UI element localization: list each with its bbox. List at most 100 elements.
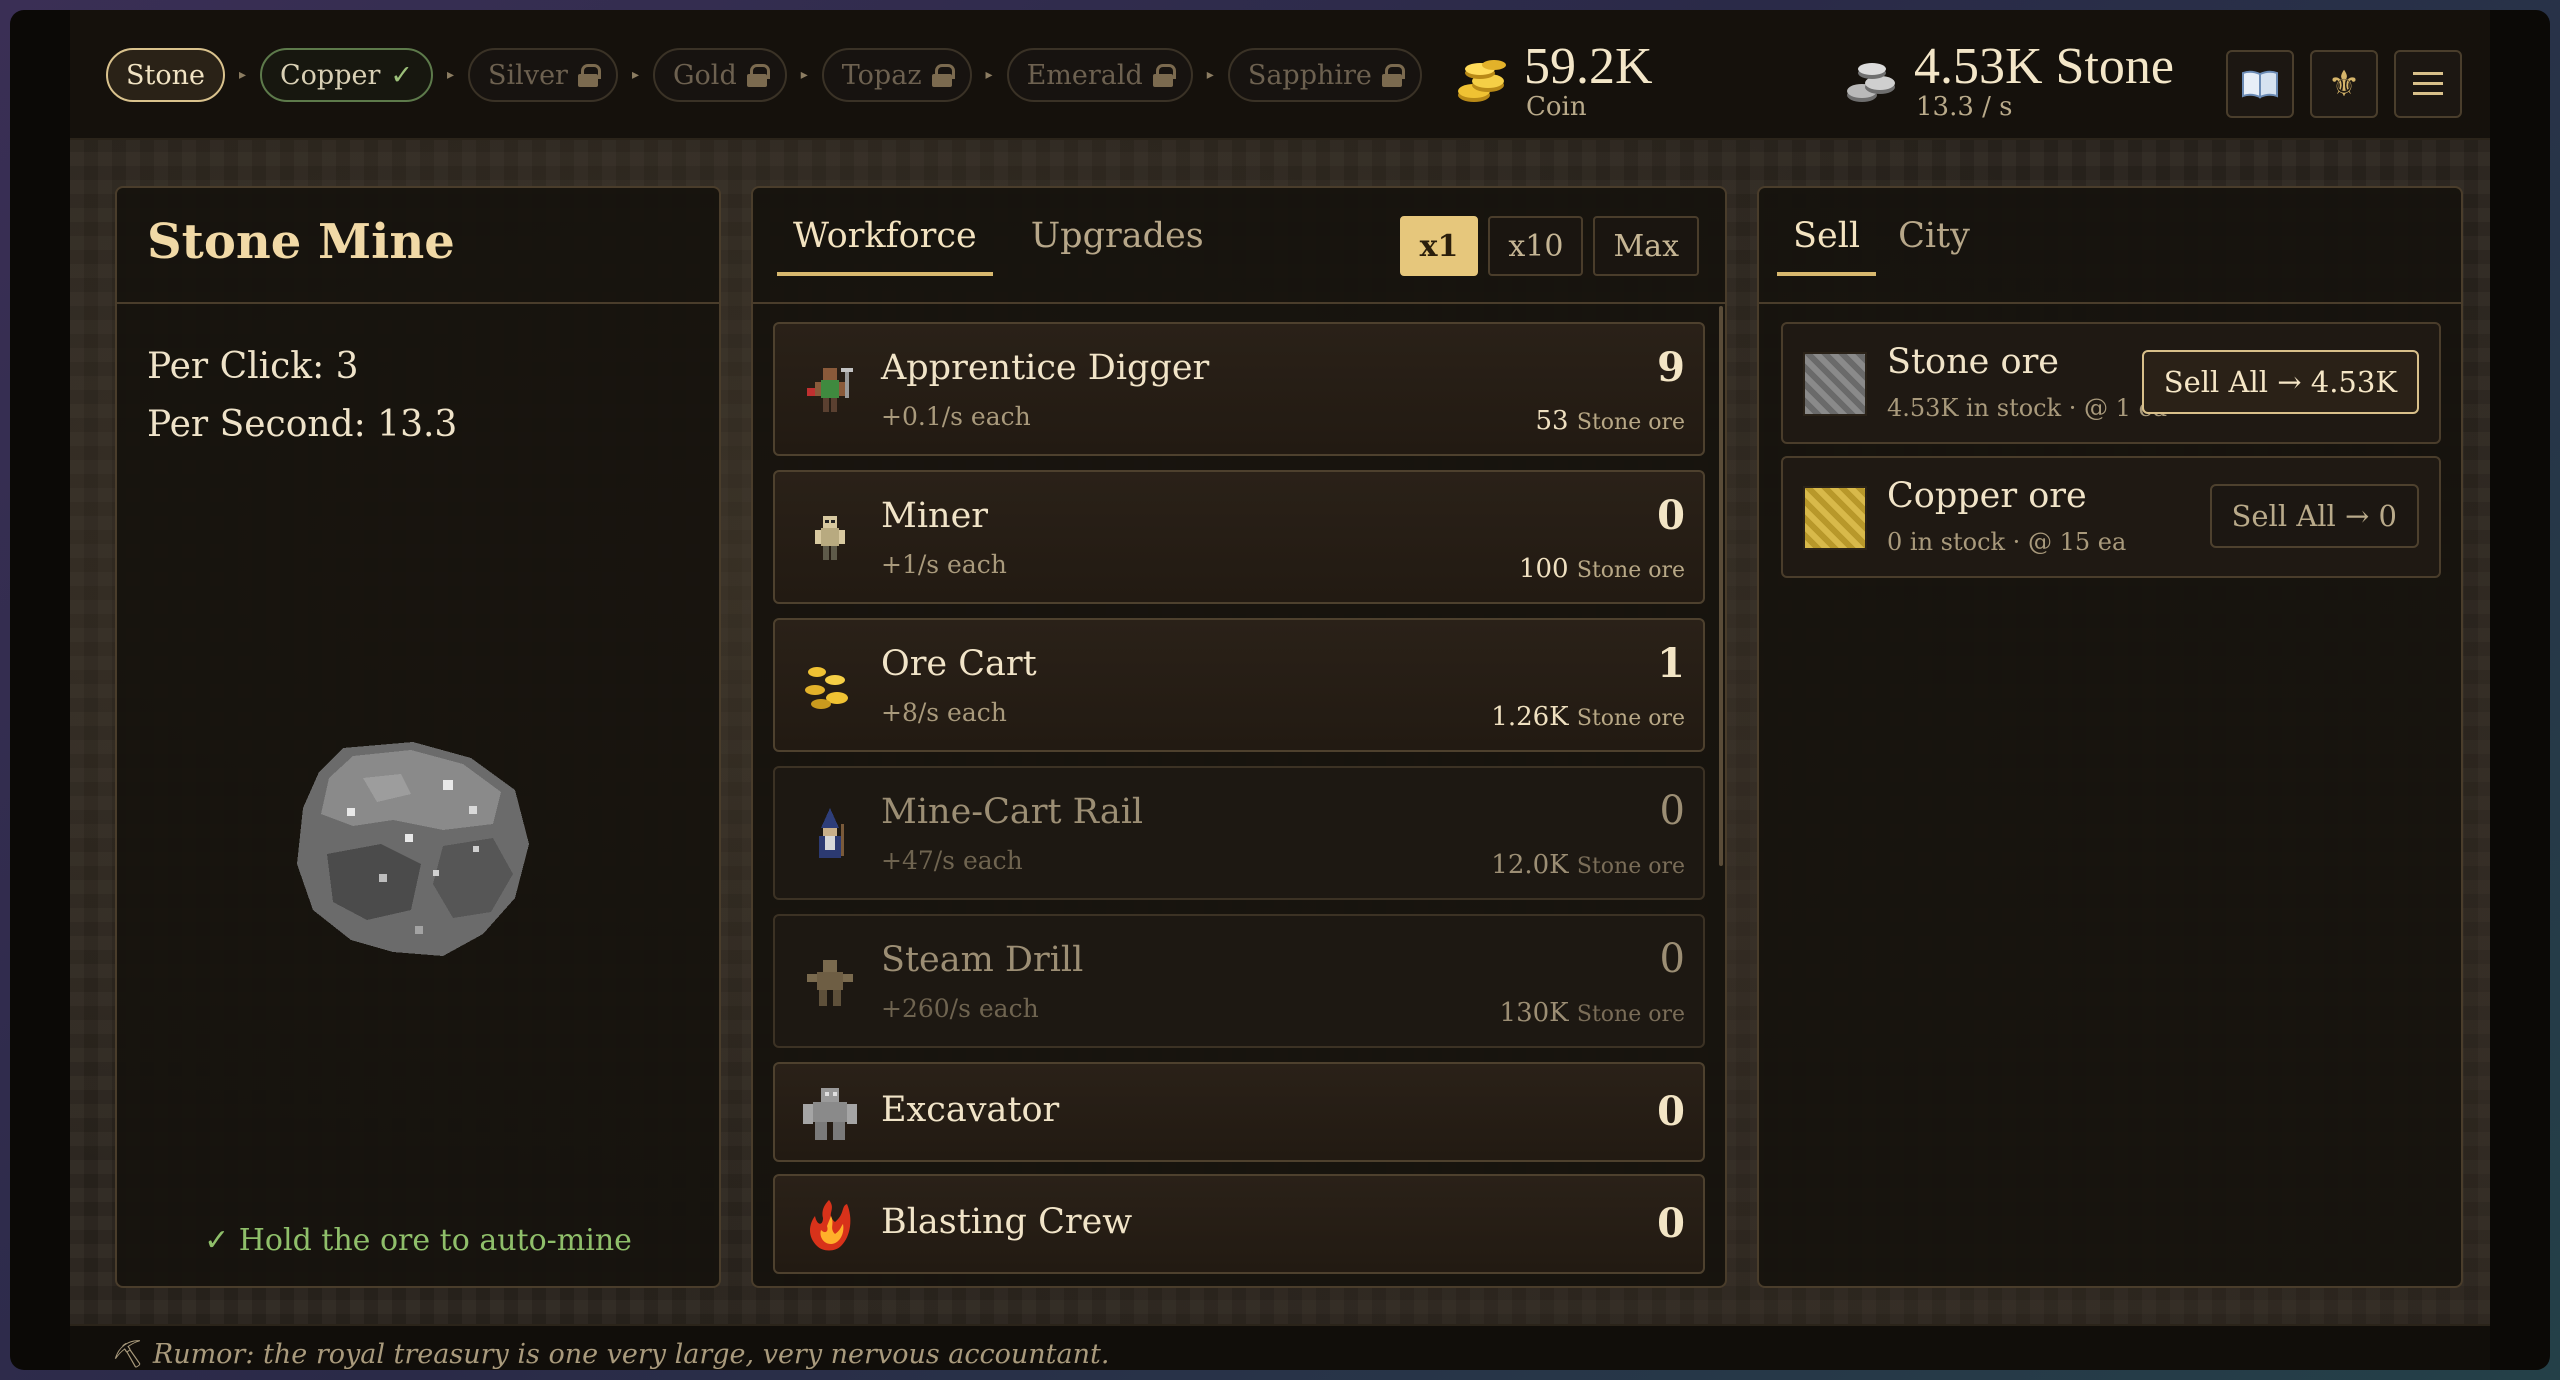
unit-mine-cart-rail[interactable]: Mine-Cart Rail +47/s each 0 12.0K Stone … <box>773 766 1705 900</box>
unit-excavator[interactable]: Excavator 0 <box>773 1062 1705 1162</box>
tier-separator-icon: ▸ <box>447 67 455 83</box>
per-click-stat: Per Click: 3 <box>147 346 359 387</box>
stone-rate: 13.3 / s <box>1916 92 2013 122</box>
digger-icon <box>807 368 853 412</box>
unit-count: 1 <box>1657 640 1685 687</box>
codex-button[interactable] <box>2226 50 2294 118</box>
multiplier-max-button[interactable]: Max <box>1593 216 1699 276</box>
tier-topaz[interactable]: Topaz <box>821 48 972 102</box>
unit-cost: 100 Stone ore <box>1518 554 1685 584</box>
mine-title: Stone Mine <box>117 188 719 304</box>
unit-rate: +1/s each <box>881 550 1007 579</box>
coin-value: 59.2K <box>1524 38 1653 95</box>
top-bar: Stone ▸ Copper ✓ ▸ Silver ▸ Gold ▸ Topaz … <box>70 10 2490 140</box>
game-window: Stone ▸ Copper ✓ ▸ Silver ▸ Gold ▸ Topaz … <box>10 10 2550 1370</box>
lock-icon <box>746 64 770 87</box>
sell-item-stock: 4.53K in stock · @ 1 ea <box>1887 394 2168 422</box>
sell-item-name: Stone ore <box>1887 342 2060 382</box>
menu-button[interactable] <box>2394 50 2462 118</box>
mine-panel: Stone Mine Per Click: 3 Per Second: 13.3… <box>115 186 721 1288</box>
unit-cost: 1.26K Stone ore <box>1491 702 1685 732</box>
buy-multiplier: x1 x10 Max <box>1399 216 1699 276</box>
fire-elemental-icon <box>810 1200 851 1251</box>
per-second-stat: Per Second: 13.3 <box>147 404 458 445</box>
tier-progress: Stone ▸ Copper ✓ ▸ Silver ▸ Gold ▸ Topaz … <box>106 48 1422 102</box>
unit-ore-cart[interactable]: Ore Cart +8/s each 1 1.26K Stone ore <box>773 618 1705 752</box>
lock-icon <box>1152 64 1176 87</box>
tier-separator-icon: ▸ <box>800 67 808 83</box>
workforce-tabs: Workforce Upgrades <box>777 210 1220 276</box>
sell-item-stock: 0 in stock · @ 15 ea <box>1887 528 2127 556</box>
golem-icon <box>807 960 853 1006</box>
unit-count: 0 <box>1659 936 1685 982</box>
coin-label: Coin <box>1526 92 1587 122</box>
tier-emerald[interactable]: Emerald <box>1006 48 1193 102</box>
tier-separator-icon: ▸ <box>1206 67 1214 83</box>
tab-upgrades[interactable]: Upgrades <box>1015 210 1220 276</box>
coin-counter: 59.2K Coin <box>1452 40 1653 120</box>
miner-icon <box>815 516 845 560</box>
tier-separator-icon: ▸ <box>631 67 639 83</box>
coins-cart-icon <box>805 667 848 709</box>
check-icon: ✓ <box>390 59 414 91</box>
fleur-de-lis-icon: ⚜ <box>2327 63 2361 105</box>
lock-icon <box>1381 64 1405 87</box>
tab-city[interactable]: City <box>1882 210 1986 276</box>
unit-count: 0 <box>1659 788 1685 834</box>
unit-name: Mine-Cart Rail <box>881 792 1144 832</box>
tier-separator-icon: ▸ <box>238 67 247 83</box>
tier-silver[interactable]: Silver <box>468 48 618 102</box>
tier-sapphire[interactable]: Sapphire <box>1227 48 1422 102</box>
stone-counter: 4.53K Stone 13.3 / s <box>1842 40 2174 120</box>
lock-icon <box>931 64 955 87</box>
sell-all-copper-button[interactable]: Sell All → 0 <box>2209 484 2419 548</box>
sell-all-stone-button[interactable]: Sell All → 4.53K <box>2141 350 2419 414</box>
book-icon <box>2242 70 2278 99</box>
stone-pile-icon <box>1847 63 1895 102</box>
unit-count: 0 <box>1657 1200 1685 1247</box>
stone-golem-icon <box>803 1088 857 1140</box>
rumor-ticker: ⛏ Rumor: the royal treasury is one very … <box>70 1324 2490 1370</box>
divider <box>1759 302 2461 304</box>
multiplier-x10-button[interactable]: x10 <box>1488 216 1584 276</box>
unit-name: Steam Drill <box>881 940 1084 980</box>
unit-name: Ore Cart <box>881 644 1037 684</box>
unit-apprentice-digger[interactable]: Apprentice Digger +0.1/s each 9 53 Stone… <box>773 322 1705 456</box>
workforce-panel: Workforce Upgrades x1 x10 Max Apprentice… <box>751 186 1727 1288</box>
tier-stone[interactable]: Stone <box>106 48 225 102</box>
lock-icon <box>577 64 601 87</box>
wizard-icon <box>819 808 844 858</box>
sell-item-stone-ore: Stone ore 4.53K in stock · @ 1 ea Sell A… <box>1781 322 2441 444</box>
scrollbar[interactable] <box>1719 306 1723 866</box>
tab-workforce[interactable]: Workforce <box>777 210 993 276</box>
stone-ore-clickable[interactable] <box>293 734 533 958</box>
unit-count: 0 <box>1657 1088 1685 1135</box>
unit-name: Blasting Crew <box>881 1202 1133 1242</box>
unit-name: Miner <box>881 496 989 536</box>
unit-rate: +47/s each <box>881 846 1023 875</box>
unit-blasting-crew[interactable]: Blasting Crew 0 <box>773 1174 1705 1274</box>
sell-item-copper-ore: Copper ore 0 in stock · @ 15 ea Sell All… <box>1781 456 2441 578</box>
unit-count: 9 <box>1657 344 1685 391</box>
unit-count: 0 <box>1657 492 1685 539</box>
unit-name: Apprentice Digger <box>881 348 1210 388</box>
unit-cost: 130K Stone ore <box>1499 998 1685 1028</box>
divider <box>753 302 1725 304</box>
market-panel: Sell City Stone ore 4.53K in stock · @ 1… <box>1757 186 2463 1288</box>
unit-rate: +0.1/s each <box>881 402 1031 431</box>
sell-item-name: Copper ore <box>1887 476 2087 516</box>
mine-stats: Per Click: 3 Per Second: 13.3 <box>117 304 719 488</box>
stone-value: 4.53K Stone <box>1914 38 2174 95</box>
guild-button[interactable]: ⚜ <box>2310 50 2378 118</box>
hamburger-menu-icon <box>2413 72 2443 95</box>
tab-sell[interactable]: Sell <box>1777 210 1877 276</box>
copper-ore-swatch <box>1803 486 1867 550</box>
multiplier-x1-button[interactable]: x1 <box>1399 216 1479 276</box>
tier-copper[interactable]: Copper ✓ <box>260 48 434 102</box>
tier-separator-icon: ▸ <box>985 67 993 83</box>
unit-cost: 12.0K Stone ore <box>1491 850 1685 880</box>
unit-steam-drill[interactable]: Steam Drill +260/s each 0 130K Stone ore <box>773 914 1705 1048</box>
unit-miner[interactable]: Miner +1/s each 0 100 Stone ore <box>773 470 1705 604</box>
auto-mine-hint: ✓ Hold the ore to auto-mine <box>204 1223 632 1258</box>
tier-gold[interactable]: Gold <box>652 48 787 102</box>
